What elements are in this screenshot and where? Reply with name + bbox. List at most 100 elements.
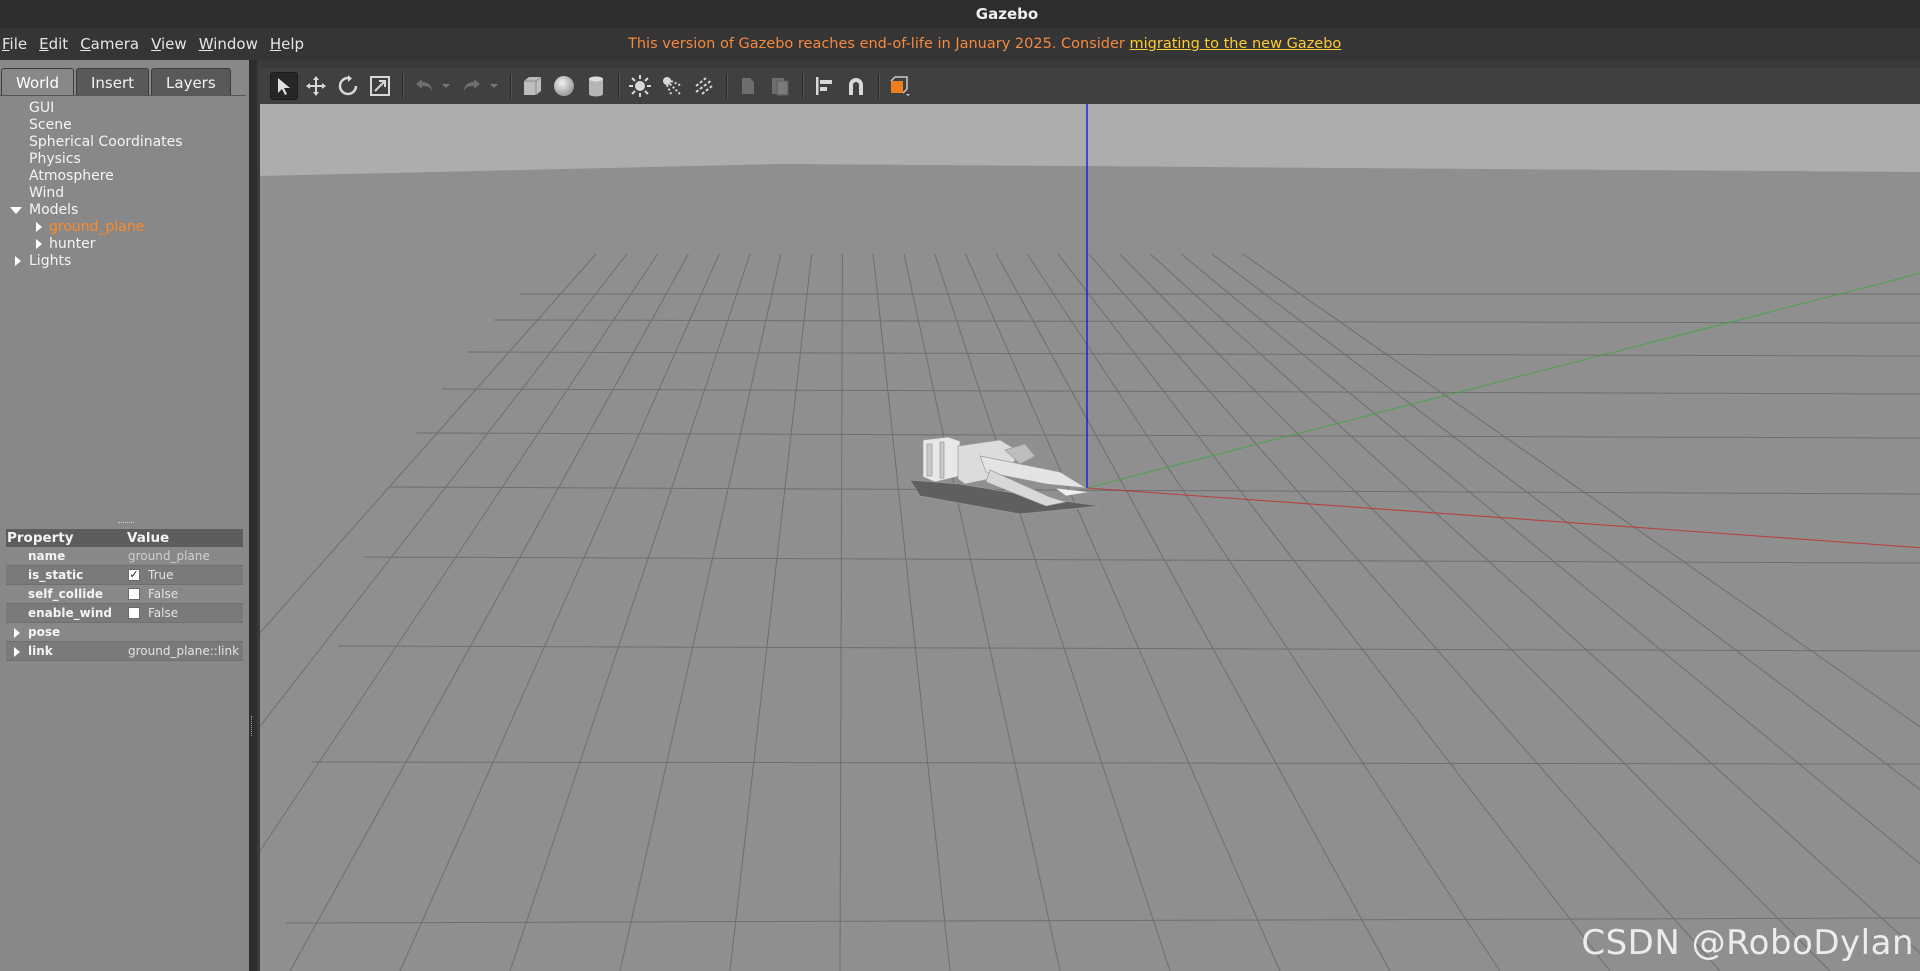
- enable-wind-checkbox[interactable]: [128, 607, 140, 619]
- view-angle-icon: [890, 76, 910, 96]
- tree-item-lights-label: Lights: [29, 253, 72, 269]
- toolbar-separator: [618, 74, 620, 98]
- world-tree: GUI Scene Spherical Coordinates Physics …: [0, 100, 248, 270]
- tree-item-physics[interactable]: Physics: [0, 151, 248, 168]
- tree-item-scene[interactable]: Scene: [0, 117, 248, 134]
- align-button[interactable]: [810, 72, 838, 100]
- undo-history-dropdown[interactable]: [442, 72, 452, 100]
- property-row-is-static: is_static ✓ True: [6, 566, 243, 585]
- rotate-mode-button[interactable]: [334, 72, 362, 100]
- translate-icon: [306, 76, 326, 96]
- robot-base-panel: [939, 441, 945, 479]
- copy-button[interactable]: [734, 72, 762, 100]
- snap-button[interactable]: [842, 72, 870, 100]
- header-value: Value: [127, 530, 170, 546]
- insert-box-button[interactable]: [518, 72, 546, 100]
- pose-value: [125, 623, 243, 641]
- toolbar-separator: [878, 74, 880, 98]
- expand-down-icon[interactable]: [10, 207, 22, 214]
- eol-notice: This version of Gazebo reaches end-of-li…: [628, 28, 1341, 60]
- tree-item-models-label: Models: [29, 202, 79, 218]
- menu-bar: File Edit Camera View Window Help This v…: [0, 28, 1920, 60]
- window-title: Gazebo: [975, 5, 1039, 23]
- tab-divider: [0, 95, 246, 96]
- toolbar-separator: [802, 74, 804, 98]
- panel-tabs: World Insert Layers: [0, 68, 250, 96]
- insert-sphere-button[interactable]: [550, 72, 578, 100]
- tree-item-ground-plane-label: ground_plane: [49, 219, 145, 235]
- cylinder-icon: [589, 76, 603, 97]
- tree-item-models[interactable]: Models: [0, 202, 248, 219]
- copy-icon: [742, 78, 754, 94]
- expand-right-icon[interactable]: [14, 628, 20, 638]
- property-enable-wind-label: enable_wind: [28, 606, 112, 620]
- self-collide-checkbox[interactable]: [128, 588, 140, 600]
- expand-right-icon[interactable]: [36, 239, 42, 249]
- migration-link[interactable]: migrating to the new Gazebo: [1130, 36, 1342, 52]
- property-row-link[interactable]: link ground_plane::link: [6, 642, 243, 661]
- spot-light-icon: [663, 77, 683, 97]
- scale-mode-button[interactable]: [366, 72, 394, 100]
- box-icon: [524, 76, 542, 95]
- tab-insert[interactable]: Insert: [76, 68, 150, 96]
- redo-button[interactable]: [458, 72, 486, 100]
- expand-right-icon[interactable]: [14, 647, 20, 657]
- property-name-label: name: [28, 549, 66, 563]
- sphere-icon: [554, 76, 574, 96]
- insert-directional-light-button[interactable]: [690, 72, 718, 100]
- menu-view[interactable]: View: [145, 35, 193, 53]
- tree-item-hunter[interactable]: hunter: [0, 236, 248, 253]
- expand-right-icon[interactable]: [15, 256, 21, 266]
- property-pose-label: pose: [28, 625, 61, 639]
- translate-mode-button[interactable]: [302, 72, 330, 100]
- tree-item-wind[interactable]: Wind: [0, 185, 248, 202]
- rotate-icon: [338, 75, 358, 96]
- tree-item-gui[interactable]: GUI: [0, 100, 248, 117]
- snap-icon: [849, 78, 863, 95]
- redo-icon: [464, 79, 480, 91]
- tree-item-lights[interactable]: Lights: [0, 253, 248, 270]
- tree-item-ground-plane[interactable]: ground_plane: [0, 219, 248, 236]
- watermark: CSDN @RoboDylan: [1581, 923, 1914, 963]
- header-property: Property: [7, 530, 74, 546]
- tree-item-hunter-label: hunter: [49, 236, 96, 252]
- panel-splitter[interactable]: [118, 522, 134, 524]
- view-angle-button[interactable]: [886, 72, 914, 100]
- menu-edit[interactable]: Edit: [33, 35, 74, 53]
- menu-camera[interactable]: Camera: [74, 35, 145, 53]
- menu-file[interactable]: File: [0, 35, 33, 53]
- is-static-checkbox[interactable]: ✓: [128, 569, 140, 581]
- tree-item-atmosphere[interactable]: Atmosphere: [0, 168, 248, 185]
- expand-right-icon[interactable]: [36, 222, 42, 232]
- tab-world[interactable]: World: [1, 68, 74, 96]
- pose-cell: pose: [6, 623, 125, 641]
- redo-history-dropdown[interactable]: [490, 72, 500, 100]
- paste-button[interactable]: [766, 72, 794, 100]
- scene-render: [260, 104, 1920, 971]
- scale-icon: [370, 76, 390, 96]
- scene-viewport[interactable]: CSDN @RoboDylan: [260, 104, 1920, 971]
- menu-help[interactable]: Help: [264, 35, 310, 53]
- property-is-static-label: is_static: [28, 568, 84, 582]
- tab-layers[interactable]: Layers: [151, 68, 231, 96]
- undo-button[interactable]: [410, 72, 438, 100]
- align-icon: [816, 77, 832, 95]
- toolbar: [259, 68, 1920, 104]
- insert-spot-light-button[interactable]: [658, 72, 686, 100]
- paste-icon: [772, 78, 789, 96]
- property-row-self-collide: self_collide False: [6, 585, 243, 604]
- tree-item-spherical-coordinates[interactable]: Spherical Coordinates: [0, 134, 248, 151]
- property-link-value: ground_plane::link: [128, 644, 240, 658]
- chevron-down-icon: [442, 84, 450, 88]
- panel-separator[interactable]: [249, 60, 257, 971]
- insert-cylinder-button[interactable]: [582, 72, 610, 100]
- select-mode-button[interactable]: [270, 72, 298, 100]
- resize-handle[interactable]: [251, 716, 254, 736]
- menu-window[interactable]: Window: [193, 35, 264, 53]
- left-panel: World Insert Layers GUI Scene Spherical …: [0, 60, 250, 971]
- property-row-pose[interactable]: pose: [6, 623, 243, 642]
- property-name-value: ground_plane: [128, 549, 210, 563]
- property-row-name: name ground_plane: [6, 547, 243, 566]
- insert-point-light-button[interactable]: [626, 72, 654, 100]
- robot-base-panel: [926, 443, 933, 477]
